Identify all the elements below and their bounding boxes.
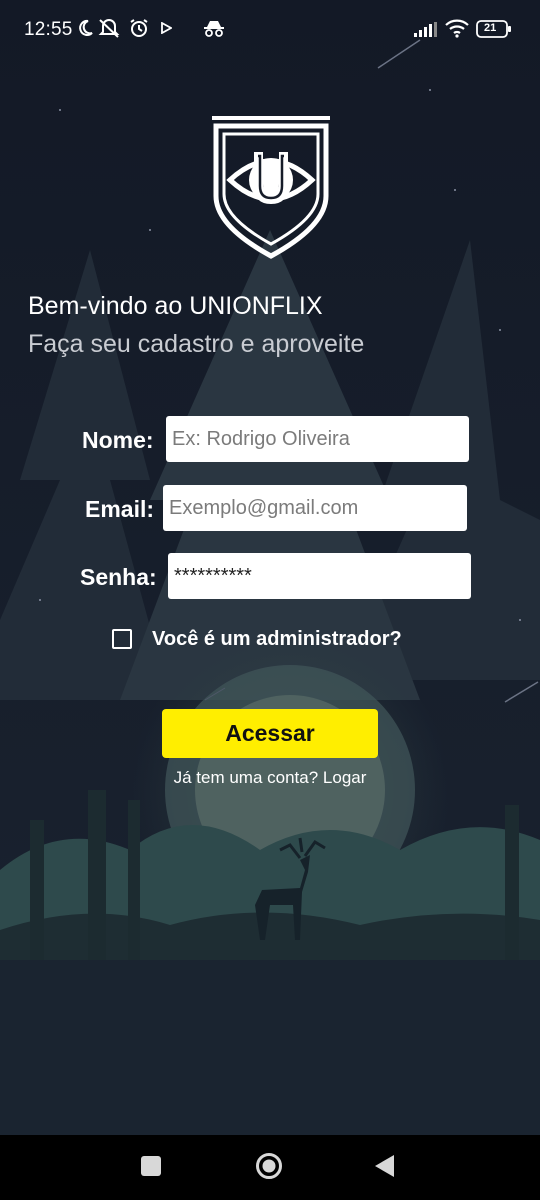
home-circle-icon[interactable]	[255, 1152, 283, 1180]
email-label: Email:	[85, 496, 155, 522]
signal-icon	[414, 22, 437, 37]
navigation-bar	[0, 1135, 540, 1200]
battery-level: 21	[484, 22, 497, 34]
unionflix-shield-logo	[212, 116, 330, 259]
password-label: Senha:	[80, 564, 157, 590]
alarm-icon	[130, 19, 148, 37]
recents-square-icon[interactable]	[140, 1155, 162, 1177]
incognito-icon	[204, 21, 224, 37]
login-link[interactable]: Já tem uma conta? Logar	[0, 768, 540, 788]
sign-up-screen: 12:55 21 Bem-vindo ao UNIONFLIX Faça seu…	[0, 0, 540, 1200]
admin-checkbox-row[interactable]: Você é um administrador?	[112, 625, 402, 653]
password-input[interactable]	[168, 553, 471, 599]
access-button[interactable]: Acessar	[162, 709, 378, 758]
play-icon	[161, 22, 172, 34]
admin-checkbox[interactable]	[112, 629, 132, 649]
name-label: Nome:	[82, 427, 154, 453]
back-triangle-icon[interactable]	[374, 1154, 396, 1178]
welcome-subtitle: Faça seu cadastro e aproveite	[28, 330, 365, 358]
mute-icon	[98, 19, 120, 38]
welcome-title: Bem-vindo ao UNIONFLIX	[28, 292, 323, 320]
admin-checkbox-label[interactable]: Você é um administrador?	[152, 628, 402, 651]
moon-icon	[79, 19, 93, 36]
status-bar: 12:55 21	[0, 0, 540, 58]
name-input[interactable]	[166, 416, 469, 462]
email-input[interactable]	[163, 485, 467, 531]
wifi-icon	[445, 19, 469, 38]
status-time: 12:55	[24, 19, 73, 40]
